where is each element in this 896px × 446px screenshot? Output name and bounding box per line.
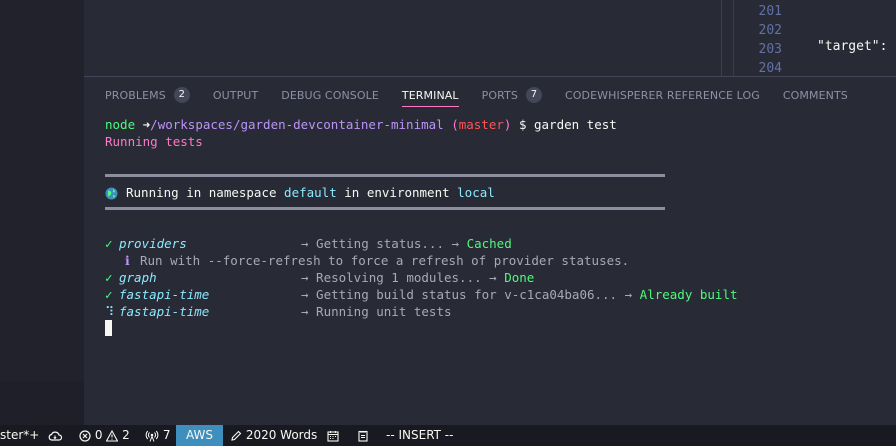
warning-icon [106,429,119,442]
task-name: fastapi-time [119,304,210,319]
tab-ports[interactable]: PORTS 7 [482,77,542,113]
namespace-value: default [284,185,337,200]
namespace-line: Running in namespace default in environm… [105,184,495,201]
line-number: 203 [758,42,782,57]
environment-value: local [457,185,495,200]
problems-count-badge: 2 [173,87,190,103]
ports-status[interactable]: 7 [145,425,170,446]
prompt-command: $ garden test [518,117,617,132]
prompt-branch-close: ) [503,117,512,132]
error-count: 0 [94,428,103,442]
prompt-branch: master [458,117,504,132]
sidebar-panel [0,0,84,381]
globe-icon [105,187,118,200]
prompt-path: /workspaces/garden-devcontainer-minimal [150,117,444,132]
check-icon: ✓ [105,236,113,251]
task-name: fastapi-time [119,287,210,302]
info-icon: ℹ [125,253,130,268]
task-result: Done [504,270,535,285]
namespace-prefix: Running in namespace [126,185,277,200]
task-name: graph [119,270,157,285]
code-line[interactable]: "target": ' [817,39,896,54]
task-row: ✓ providers → Getting status... → Cached [105,235,512,252]
calendar-button[interactable] [327,425,339,446]
ports-count: 7 [162,428,171,442]
editor-gutter-border [733,0,734,77]
tab-label: COMMENTS [782,88,848,102]
status-bar: ster*+ 0 2 7 AWS 2020 Words -- INSERT -- [0,425,896,446]
check-icon: ✓ [105,287,113,302]
line-number: 202 [758,23,782,38]
tab-label: TERMINAL [401,88,459,102]
git-branch-status[interactable]: ster*+ [0,425,39,446]
sync-button[interactable] [48,425,62,446]
prompt-branch-open: ( [451,117,459,132]
pencil-icon [231,430,242,441]
ports-count-badge: 7 [526,87,542,103]
vim-mode-status[interactable]: -- INSERT -- [386,425,453,446]
prompt-user: node [105,117,136,132]
task-result: Cached [466,236,512,251]
line-numbers: 201 202 203 204 [742,2,782,78]
notebook-button[interactable] [357,425,369,446]
error-icon [79,429,91,442]
task-message: → Resolving 1 modules... → [301,270,497,285]
problems-status[interactable]: 0 2 [79,425,130,446]
tab-codewhisperer-reference-log[interactable]: CODEWHISPERER REFERENCE LOG [565,77,760,113]
task-row: ✓ fastapi-time → Getting build status for … [105,286,738,303]
info-text: Run with --force-refresh to force a refr… [140,253,630,268]
notebook-icon [358,430,368,442]
tab-label: CODEWHISPERER REFERENCE LOG [565,88,760,102]
divider-rule [105,174,665,177]
check-icon: ✓ [105,270,113,285]
spinner-icon: ⠹ [105,304,115,319]
calendar-icon [327,430,339,442]
task-message: → Getting build status for v-c1ca04ba06.… [301,287,633,302]
sidebar-panel-lower [0,381,84,425]
tab-output[interactable]: OUTPUT [213,77,258,113]
task-row: ⠹ fastapi-time → Running unit tests [105,303,452,320]
tab-label: DEBUG CONSOLE [281,88,379,102]
tab-comments[interactable]: COMMENTS [783,77,848,113]
tab-problems[interactable]: PROBLEMS 2 [105,77,190,113]
task-name: providers [119,236,187,251]
task-row: ✓ graph → Resolving 1 modules... → Done [105,269,534,286]
tab-label: OUTPUT [212,88,259,102]
warning-count: 2 [122,428,130,442]
divider-rule [105,207,665,210]
tab-terminal[interactable]: TERMINAL [401,77,459,113]
task-result: Already built [639,287,738,302]
tab-label: PROBLEMS [105,88,166,102]
line-number: 201 [758,4,782,19]
task-message: → Getting status... → [301,236,460,251]
tab-label: PORTS [481,88,518,102]
terminal-cursor [105,320,112,336]
cloud-sync-icon [48,431,62,441]
editor-split-divider[interactable] [721,0,722,77]
panel-tabs: PROBLEMS 2 OUTPUT DEBUG CONSOLE TERMINAL… [84,77,896,113]
environment-prefix: in environment [344,185,450,200]
running-tests-line: Running tests [105,134,203,149]
word-count: 2020 Words [245,428,318,442]
prompt-line: node ➜/workspaces/garden-devcontainer-mi… [105,116,617,133]
task-message: → Running unit tests [301,304,452,319]
tab-debug-console[interactable]: DEBUG CONSOLE [281,77,379,113]
word-count-status[interactable]: 2020 Words [230,425,317,446]
aws-status[interactable]: AWS [176,425,224,446]
broadcast-icon [145,430,159,442]
